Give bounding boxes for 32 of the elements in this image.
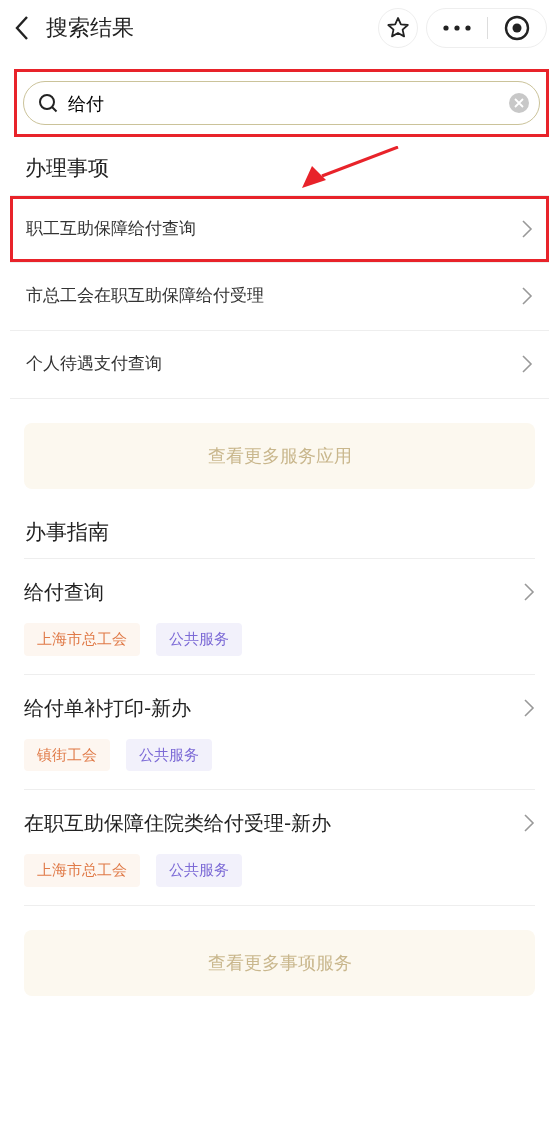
guide-title[interactable]: 给付单补打印-新办 (24, 692, 192, 723)
list-item[interactable]: 市总工会在职互助保障给付受理 (10, 262, 549, 331)
x-icon (514, 98, 524, 108)
page-title: 搜索结果 (46, 14, 134, 42)
chevron-icon (523, 697, 535, 718)
search-icon (38, 93, 58, 113)
section-title: 办理事项 (24, 155, 110, 182)
tag: 公共服务 (156, 854, 242, 887)
tag: 镇街工会 (24, 738, 110, 771)
star-icon (386, 15, 410, 40)
item-label: 职工互助保障给付查询 (26, 216, 196, 240)
tag: 公共服务 (156, 623, 242, 656)
search-field[interactable]: 给付 (23, 81, 540, 125)
item-label: 市总工会在职互助保障给付受理 (26, 284, 264, 308)
back-icon[interactable] (14, 14, 30, 41)
guide-title[interactable]: 在职互助保障住院类给付受理-新办 (24, 808, 332, 838)
list-item[interactable]: 职工互助保障给付查询 (10, 194, 549, 263)
tag: 公共服务 (126, 738, 212, 771)
chevron-icon (521, 354, 533, 374)
item-label: 个人待遇支付查询 (26, 352, 162, 376)
search-input[interactable]: 给付 (66, 88, 501, 118)
guide-title[interactable]: 给付查询 (24, 577, 104, 607)
chevron-icon (521, 218, 533, 239)
list-item[interactable]: 个人待遇支付查询 (10, 330, 549, 399)
chevron-icon (523, 582, 535, 602)
more-icon[interactable] (443, 24, 471, 31)
tag: 上海市总工会 (24, 854, 140, 887)
tag: 上海市总工会 (24, 623, 140, 656)
favorite-button[interactable] (378, 7, 418, 48)
chevron-icon (523, 813, 535, 833)
chevron-icon (521, 286, 533, 306)
section-title: 办事指南 (24, 518, 110, 546)
